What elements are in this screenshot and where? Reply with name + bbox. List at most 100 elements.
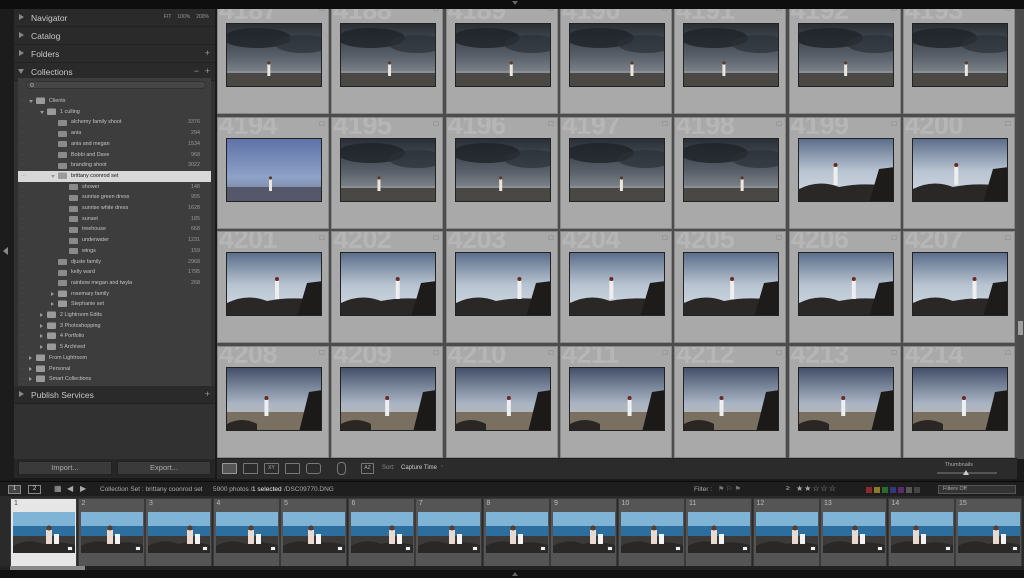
- filmstrip-cell[interactable]: 6: [347, 498, 415, 567]
- photo-thumbnail[interactable]: [340, 366, 437, 431]
- collection-item[interactable]: ⋯ rainbow megan and twyla 268: [18, 278, 211, 289]
- grid-cell[interactable]: 4190: [559, 9, 672, 114]
- grid-cell[interactable]: 4208: [217, 345, 329, 458]
- expand-triangle-icon[interactable]: [51, 291, 54, 296]
- filmstrip-cell[interactable]: 10: [617, 498, 685, 567]
- grid-cell[interactable]: 4209: [331, 345, 444, 458]
- grid-cell[interactable]: 4187: [217, 9, 329, 114]
- collection-item[interactable]: ⋯ Bobbi and Dave 968: [18, 150, 211, 161]
- green-label-filter[interactable]: [882, 487, 888, 493]
- bottom-panel-toggle[interactable]: [0, 570, 1024, 578]
- collection-item[interactable]: ⋯ branding shoot 3022: [18, 160, 211, 171]
- photo-thumbnail[interactable]: [911, 137, 1008, 202]
- collection-item[interactable]: ⋯ 5 Archived: [18, 342, 211, 353]
- import-button[interactable]: Import...: [18, 461, 112, 475]
- collapse-triangle-icon[interactable]: [29, 100, 33, 103]
- navigator-header[interactable]: Navigator FIT 100% 200%: [14, 9, 215, 27]
- rotate-icon[interactable]: [890, 9, 897, 11]
- filmstrip-thumbnail[interactable]: [890, 512, 953, 553]
- collection-item[interactable]: ⋯ Smart Collections: [18, 374, 211, 385]
- expand-triangle-icon[interactable]: [51, 302, 54, 307]
- rotate-icon[interactable]: [890, 349, 897, 355]
- photo-thumbnail[interactable]: [568, 137, 665, 202]
- blue-label-filter[interactable]: [890, 487, 896, 493]
- collection-item[interactable]: ⋯ 3 Photoshopping: [18, 321, 211, 332]
- back-arrow-icon[interactable]: ◀: [67, 484, 73, 493]
- expand-triangle-icon[interactable]: [40, 345, 43, 350]
- photo-thumbnail[interactable]: [454, 23, 551, 87]
- photo-thumbnail[interactable]: [226, 137, 322, 202]
- grid-cell[interactable]: 4214: [902, 345, 1015, 458]
- catalog-header[interactable]: Catalog: [14, 27, 215, 45]
- expand-triangle-icon[interactable]: [40, 334, 43, 339]
- rotate-icon[interactable]: [433, 235, 440, 240]
- grid-cell[interactable]: 4196: [445, 116, 558, 229]
- grid-scrollbar[interactable]: [1017, 9, 1024, 459]
- zoom-fit-option[interactable]: FIT: [164, 14, 172, 20]
- photo-thumbnail[interactable]: [911, 23, 1008, 87]
- collection-item[interactable]: ⋯ kelly ward 1795: [18, 267, 211, 278]
- photo-thumbnail[interactable]: [683, 23, 780, 87]
- add-folder-icon[interactable]: +: [205, 48, 210, 58]
- rotate-icon[interactable]: [661, 349, 668, 355]
- collection-item[interactable]: ⋯ ania 294: [18, 128, 211, 139]
- rotate-icon[interactable]: [661, 235, 668, 240]
- grid-cell[interactable]: 4195: [331, 116, 444, 229]
- gray-label-filter[interactable]: [906, 487, 912, 493]
- rating-filter-stars[interactable]: ★★☆☆☆: [796, 484, 837, 493]
- grid-cell[interactable]: 4211: [559, 345, 672, 458]
- compare-view-icon[interactable]: XY: [264, 463, 279, 474]
- rotate-icon[interactable]: [776, 349, 783, 355]
- filmstrip-thumbnail[interactable]: [148, 512, 210, 553]
- expand-triangle-icon[interactable]: [40, 313, 43, 317]
- grid-view-icon[interactable]: [222, 463, 237, 474]
- collapse-triangle-icon[interactable]: [40, 110, 44, 114]
- filmstrip-thumbnail[interactable]: [485, 512, 548, 553]
- rotate-icon[interactable]: [319, 235, 325, 240]
- collection-item[interactable]: ⋯ Personal: [18, 364, 211, 375]
- filename[interactable]: /DSC09770.DNG: [284, 486, 334, 493]
- photo-thumbnail[interactable]: [797, 366, 894, 431]
- photo-thumbnail[interactable]: [568, 23, 665, 87]
- collection-item[interactable]: ⋯ Stephanie set: [18, 299, 211, 310]
- photo-thumbnail[interactable]: [568, 252, 665, 316]
- collections-filter-input[interactable]: [26, 81, 206, 89]
- rotate-icon[interactable]: [319, 349, 325, 355]
- photo-thumbnail[interactable]: [797, 252, 894, 316]
- photo-thumbnail[interactable]: [568, 366, 665, 431]
- expand-triangle-icon[interactable]: [29, 377, 32, 382]
- grid-cell[interactable]: 4213: [788, 345, 901, 458]
- rotate-icon[interactable]: [319, 120, 325, 126]
- forward-arrow-icon[interactable]: ▶: [80, 484, 86, 493]
- photo-thumbnail[interactable]: [797, 137, 894, 202]
- grid-cell[interactable]: 4189: [445, 9, 558, 114]
- collection-item[interactable]: ⋯ alchemy family shoot 3376: [18, 117, 211, 128]
- sort-select[interactable]: Capture Time: [401, 465, 437, 471]
- filmstrip-thumbnail[interactable]: [350, 512, 413, 553]
- publish-services-header[interactable]: Publish Services +: [14, 386, 215, 404]
- page2-button[interactable]: 2: [28, 485, 41, 494]
- filmstrip-thumbnail[interactable]: [823, 512, 885, 553]
- filmstrip-cell[interactable]: 14: [887, 498, 955, 567]
- people-view-icon[interactable]: [306, 463, 321, 474]
- collection-item[interactable]: ⋯ ania and megan 1534: [18, 139, 211, 150]
- photo-thumbnail[interactable]: [683, 137, 780, 202]
- filmstrip-thumbnail[interactable]: [283, 512, 345, 553]
- filmstrip-thumbnail[interactable]: [13, 512, 75, 553]
- grid-cell[interactable]: 4199: [788, 116, 901, 229]
- expand-triangle-icon[interactable]: [40, 323, 43, 328]
- collection-item[interactable]: ⋯ djuste family 2968: [18, 257, 211, 268]
- rotate-icon[interactable]: [661, 120, 668, 126]
- collection-item[interactable]: ⋯ shower 148: [18, 182, 211, 193]
- filmstrip-thumbnail[interactable]: [688, 512, 750, 553]
- grid-cell[interactable]: 4197: [559, 116, 672, 229]
- photo-thumbnail[interactable]: [340, 23, 437, 87]
- filmstrip-thumbnail[interactable]: [553, 512, 615, 553]
- loupe-view-icon[interactable]: [243, 463, 258, 474]
- filmstrip-thumbnail[interactable]: [620, 512, 683, 553]
- grid-cell[interactable]: 4193: [902, 9, 1015, 114]
- filmstrip-cell[interactable]: 5: [280, 498, 347, 567]
- collection-item[interactable]: ⋯ treehouse 668: [18, 224, 211, 235]
- source-path[interactable]: Collection Set : brittany coonrod set: [100, 486, 203, 493]
- rotate-icon[interactable]: [890, 235, 897, 240]
